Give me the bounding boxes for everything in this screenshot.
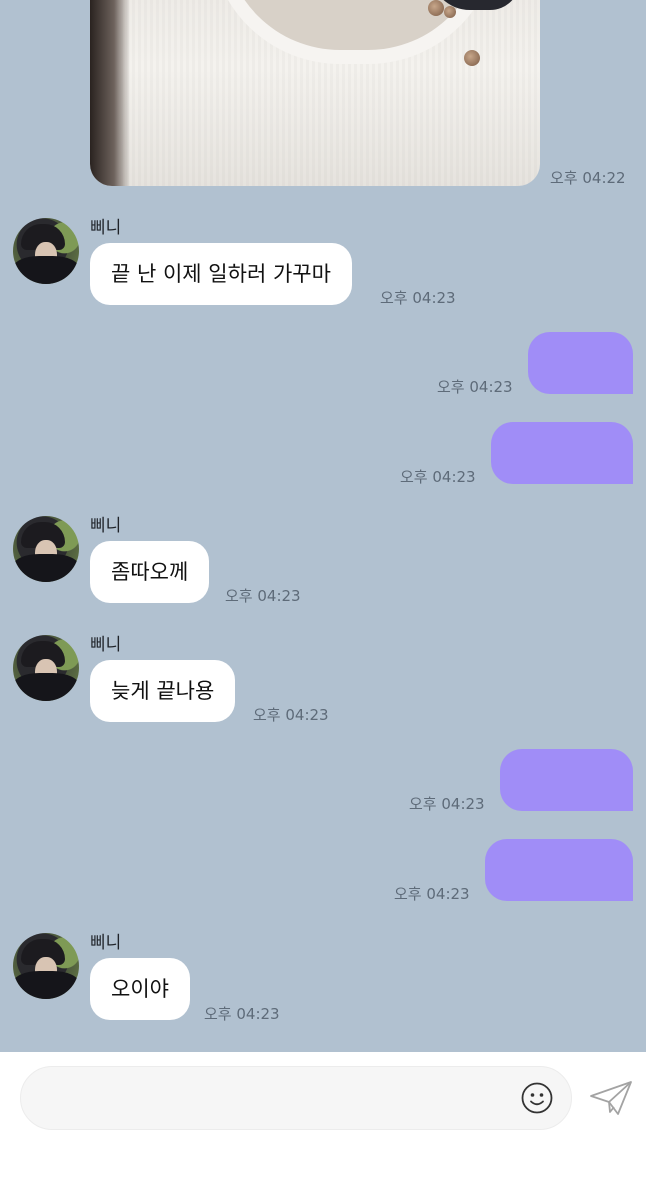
sender-name: 삐니 xyxy=(90,933,122,953)
message-time: 오후 04:23 xyxy=(409,795,485,813)
sender-avatar[interactable] xyxy=(13,635,79,701)
incoming-message-bubble[interactable]: 늦게 끝나용 xyxy=(90,660,236,722)
outgoing-message-bubble[interactable] xyxy=(500,749,633,811)
incoming-message-bubble[interactable]: 끝 난 이제 일하러 가꾸마 xyxy=(90,243,352,305)
sender-name: 삐니 xyxy=(90,516,122,536)
outgoing-message-bubble[interactable] xyxy=(528,332,633,394)
sender-name: 삐니 xyxy=(90,635,122,655)
incoming-message-bubble[interactable]: 좀따오께 xyxy=(90,541,210,603)
message-time: 오후 04:23 xyxy=(253,706,329,724)
message-time: 오후 04:23 xyxy=(380,289,456,307)
shared-photo[interactable] xyxy=(90,0,540,186)
message-time: 오후 04:23 xyxy=(394,885,470,903)
message-input[interactable] xyxy=(41,1067,525,1131)
sender-name: 삐니 xyxy=(90,218,122,238)
message-composer xyxy=(0,1052,646,1200)
message-time: 오후 04:22 xyxy=(550,169,626,187)
message-time: 오후 04:23 xyxy=(225,587,301,605)
paper-plane-icon[interactable] xyxy=(588,1078,634,1118)
outgoing-message-bubble[interactable] xyxy=(491,422,633,484)
incoming-message-bubble[interactable]: 오이야 xyxy=(90,958,190,1020)
message-time: 오후 04:23 xyxy=(204,1005,280,1023)
outgoing-message-bubble[interactable] xyxy=(485,839,633,901)
chat-area: 오후 04:22 삐니 끝 난 이제 일하러 가꾸마 오후 04:23 오후 0… xyxy=(0,0,646,1052)
sender-avatar[interactable] xyxy=(13,933,79,999)
message-input-container[interactable] xyxy=(20,1066,572,1131)
sender-avatar[interactable] xyxy=(13,218,79,284)
message-time: 오후 04:23 xyxy=(437,378,513,396)
message-time: 오후 04:23 xyxy=(400,468,476,486)
smiley-icon[interactable] xyxy=(521,1082,553,1114)
sender-avatar[interactable] xyxy=(13,516,79,582)
